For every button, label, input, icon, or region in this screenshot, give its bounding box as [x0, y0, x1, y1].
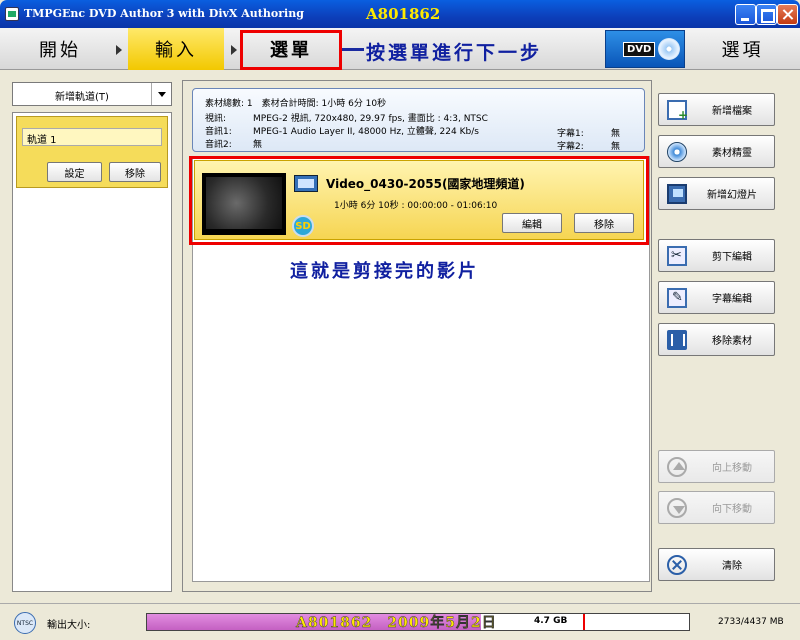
- video-info-value: MPEG-2 視訊, 720x480, 29.97 fps, 畫面比 : 4:3…: [253, 114, 488, 124]
- add-track-dropdown[interactable]: 新增軌道(T): [12, 82, 172, 106]
- chevron-down-icon[interactable]: [151, 83, 171, 105]
- new-slideshow-button[interactable]: 新增幻燈片: [658, 177, 775, 210]
- trash-icon: [667, 330, 687, 350]
- subtitle-edit-button[interactable]: 字幕編輯: [658, 281, 775, 314]
- move-down-label: 向下移動: [712, 504, 752, 515]
- slideshow-icon: [667, 184, 687, 204]
- new-file-button[interactable]: 新增檔案: [658, 93, 775, 126]
- audio2-info-value: 無: [253, 140, 263, 150]
- clip-annotation: 這就是剪接完的影片: [290, 261, 479, 282]
- subtitle1-key: 字幕1:: [557, 129, 584, 139]
- track-item[interactable]: 軌道 1 設定 移除: [16, 116, 168, 188]
- audio2-info-key: 音訊2:: [205, 140, 232, 150]
- cut-edit-icon: [667, 246, 687, 266]
- menu-annotation: 按選單進行下一步: [366, 42, 543, 64]
- output-size-label: 輸出大小:: [47, 620, 91, 631]
- output-size-ratio: 2733/4437 MB: [718, 617, 784, 627]
- menu-highlight-box: [240, 30, 342, 70]
- new-file-icon: [667, 100, 688, 122]
- app-icon[interactable]: [5, 7, 19, 21]
- audio1-info-key: 音訊1:: [205, 127, 232, 137]
- disc-capacity-label: 4.7 GB: [534, 616, 568, 626]
- subtitle2-value: 無: [611, 142, 621, 152]
- close-button[interactable]: [777, 4, 798, 25]
- clear-icon: [667, 555, 687, 575]
- arrow-up-icon: [667, 457, 687, 477]
- maximize-button[interactable]: [756, 4, 777, 25]
- watermark-top: A801862: [366, 5, 441, 23]
- track-name-field[interactable]: 軌道 1: [22, 128, 162, 146]
- step-arrow-icon: [231, 45, 237, 55]
- track-settings-button[interactable]: 設定: [47, 162, 102, 182]
- move-up-label: 向上移動: [712, 463, 752, 474]
- minimize-button[interactable]: [735, 4, 756, 25]
- move-down-button[interactable]: 向下移動: [658, 491, 775, 524]
- add-track-label: 新增軌道(T): [55, 92, 109, 103]
- track-remove-button[interactable]: 移除: [109, 162, 161, 182]
- video-info: 視訊: MPEG-2 視訊, 720x480, 29.97 fps, 畫面比 : …: [205, 111, 488, 124]
- watermark-bottom: A801862 2009年5月2日: [296, 615, 497, 631]
- app-window: TMPGEnc DVD Author 3 with DivX Authoring…: [0, 0, 800, 640]
- step-options[interactable]: 選項: [690, 28, 795, 70]
- clear-label: 清除: [722, 561, 742, 572]
- clear-button[interactable]: 清除: [658, 548, 775, 581]
- cut-edit-label: 剪下編輯: [712, 252, 752, 263]
- arrow-down-icon: [667, 498, 687, 518]
- capacity-marker: [583, 614, 585, 630]
- audio2-info: 音訊2: 無: [205, 137, 262, 150]
- disc-icon: [658, 38, 680, 60]
- wizard-icon: [667, 142, 687, 162]
- move-up-button[interactable]: 向上移動: [658, 450, 775, 483]
- step-start[interactable]: 開始: [10, 28, 110, 70]
- new-slideshow-label: 新增幻燈片: [707, 190, 757, 201]
- remove-material-label: 移除素材: [712, 336, 752, 347]
- material-summary: 素材總數: 1 素材合計時間: 1小時 6分 10秒: [205, 99, 387, 109]
- title-bar[interactable]: TMPGEnc DVD Author 3 with DivX Authoring…: [0, 0, 800, 28]
- remove-material-button[interactable]: 移除素材: [658, 323, 775, 356]
- material-wizard-button[interactable]: 素材精靈: [658, 135, 775, 168]
- video-info-key: 視訊:: [205, 114, 227, 124]
- material-wizard-label: 素材精靈: [712, 148, 752, 159]
- subtitle-edit-icon: [667, 288, 687, 308]
- material-info-panel: 素材總數: 1 素材合計時間: 1小時 6分 10秒 視訊: MPEG-2 視訊,…: [192, 88, 645, 152]
- step-dvd-output[interactable]: DVD: [605, 30, 685, 68]
- annotation-arrow-icon: [342, 48, 364, 51]
- subtitle-edit-label: 字幕編輯: [712, 294, 752, 305]
- new-file-label: 新增檔案: [712, 106, 752, 117]
- step-arrow-icon: [116, 45, 122, 55]
- subtitle1-value: 無: [611, 129, 621, 139]
- step-input[interactable]: 輸入: [128, 28, 224, 70]
- cut-edit-button[interactable]: 剪下編輯: [658, 239, 775, 272]
- audio1-info: 音訊1: MPEG-1 Audio Layer II, 48000 Hz, 立體聲…: [205, 124, 479, 137]
- dvd-badge: DVD: [623, 42, 656, 57]
- window-title: TMPGEnc DVD Author 3 with DivX Authoring: [24, 7, 304, 20]
- subtitle2-key: 字幕2:: [557, 142, 584, 152]
- clip-highlight-box: [189, 156, 649, 245]
- status-bar: NTSC 輸出大小: A801862 2009年5月2日 4.7 GB 2733…: [0, 603, 800, 640]
- audio1-info-value: MPEG-1 Audio Layer II, 48000 Hz, 立體聲, 22…: [253, 127, 479, 137]
- ntsc-icon[interactable]: NTSC: [14, 612, 36, 634]
- track-list: 軌道 1 設定 移除: [12, 112, 172, 592]
